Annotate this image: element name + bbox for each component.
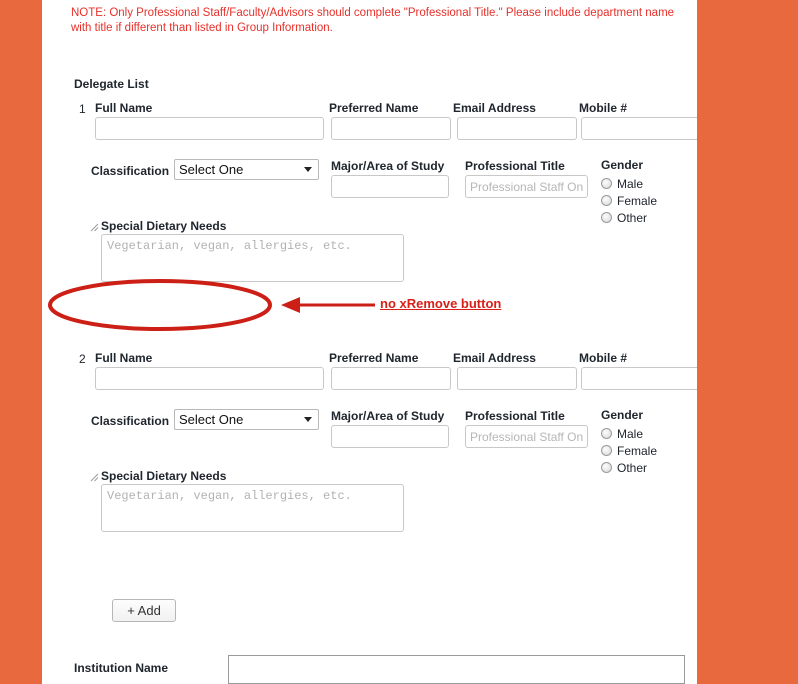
gender-option-other[interactable]: Other	[601, 459, 657, 476]
label-email-address: Email Address	[453, 101, 536, 115]
gender-option-label: Male	[617, 426, 644, 441]
annotation-label: no xRemove button	[380, 296, 502, 311]
chevron-down-icon	[304, 167, 312, 172]
radio-icon	[601, 428, 612, 439]
major-input[interactable]	[331, 425, 449, 448]
gender-option-male[interactable]: Male	[601, 425, 657, 442]
radio-icon	[601, 178, 612, 189]
gender-option-label: Male	[617, 176, 644, 191]
preferred-name-input[interactable]	[331, 117, 451, 140]
professional-title-input[interactable]	[465, 425, 588, 448]
classification-selected-value: Select One	[179, 162, 244, 177]
label-dietary: Special Dietary Needs	[101, 219, 227, 233]
label-major: Major/Area of Study	[331, 409, 445, 423]
gender-option-label: Female	[617, 193, 658, 208]
label-email-address: Email Address	[453, 351, 536, 365]
email-address-input[interactable]	[457, 117, 577, 140]
label-gender: Gender	[601, 158, 644, 172]
mobile-input[interactable]	[581, 367, 697, 390]
label-mobile: Mobile #	[579, 101, 628, 115]
label-full-name: Full Name	[95, 101, 153, 115]
label-mobile: Mobile #	[579, 351, 628, 365]
classification-select[interactable]: Select One	[174, 409, 319, 430]
label-full-name: Full Name	[95, 351, 153, 365]
full-name-input[interactable]	[95, 367, 324, 390]
major-input[interactable]	[331, 175, 449, 198]
section-title-delegate-list: Delegate List	[74, 77, 149, 91]
label-major: Major/Area of Study	[331, 159, 445, 173]
gender-radio-group: Gender Male Female Other	[601, 408, 657, 476]
classification-select[interactable]: Select One	[174, 159, 319, 180]
delegate-number: 2	[79, 352, 86, 366]
radio-icon	[601, 195, 612, 206]
dietary-textarea[interactable]	[101, 234, 404, 282]
delegate-number: 1	[79, 102, 86, 116]
label-professional-title: Professional Title	[465, 409, 565, 423]
professional-title-input[interactable]	[465, 175, 588, 198]
label-preferred-name: Preferred Name	[329, 351, 419, 365]
full-name-input[interactable]	[95, 117, 324, 140]
label-gender: Gender	[601, 408, 644, 422]
gender-option-other[interactable]: Other	[601, 209, 657, 226]
email-address-input[interactable]	[457, 367, 577, 390]
radio-icon	[601, 212, 612, 223]
institution-name-input[interactable]	[228, 655, 685, 684]
label-professional-title: Professional Title	[465, 159, 565, 173]
radio-icon	[601, 462, 612, 473]
gender-option-female[interactable]: Female	[601, 192, 657, 209]
professional-title-note: NOTE: Only Professional Staff/Faculty/Ad…	[71, 7, 675, 34]
gender-option-label: Other	[617, 210, 648, 225]
gender-radio-group: Gender Male Female Other	[601, 158, 657, 226]
add-delegate-button[interactable]: + Add	[112, 599, 176, 622]
dietary-textarea[interactable]	[101, 484, 404, 532]
gender-option-label: Female	[617, 443, 658, 458]
label-dietary: Special Dietary Needs	[101, 469, 227, 483]
radio-icon	[601, 445, 612, 456]
label-preferred-name: Preferred Name	[329, 101, 419, 115]
form-content-area: NOTE: Only Professional Staff/Faculty/Ad…	[42, 0, 697, 684]
gender-option-label: Other	[617, 460, 648, 475]
label-classification: Classification	[91, 414, 170, 428]
classification-selected-value: Select One	[179, 412, 244, 427]
gender-option-female[interactable]: Female	[601, 442, 657, 459]
resize-handle-icon	[90, 223, 99, 232]
label-institution-name: Institution Name	[74, 661, 169, 675]
resize-handle-icon	[90, 473, 99, 482]
mobile-input[interactable]	[581, 117, 697, 140]
label-classification: Classification	[91, 164, 170, 178]
gender-option-male[interactable]: Male	[601, 175, 657, 192]
preferred-name-input[interactable]	[331, 367, 451, 390]
chevron-down-icon	[304, 417, 312, 422]
